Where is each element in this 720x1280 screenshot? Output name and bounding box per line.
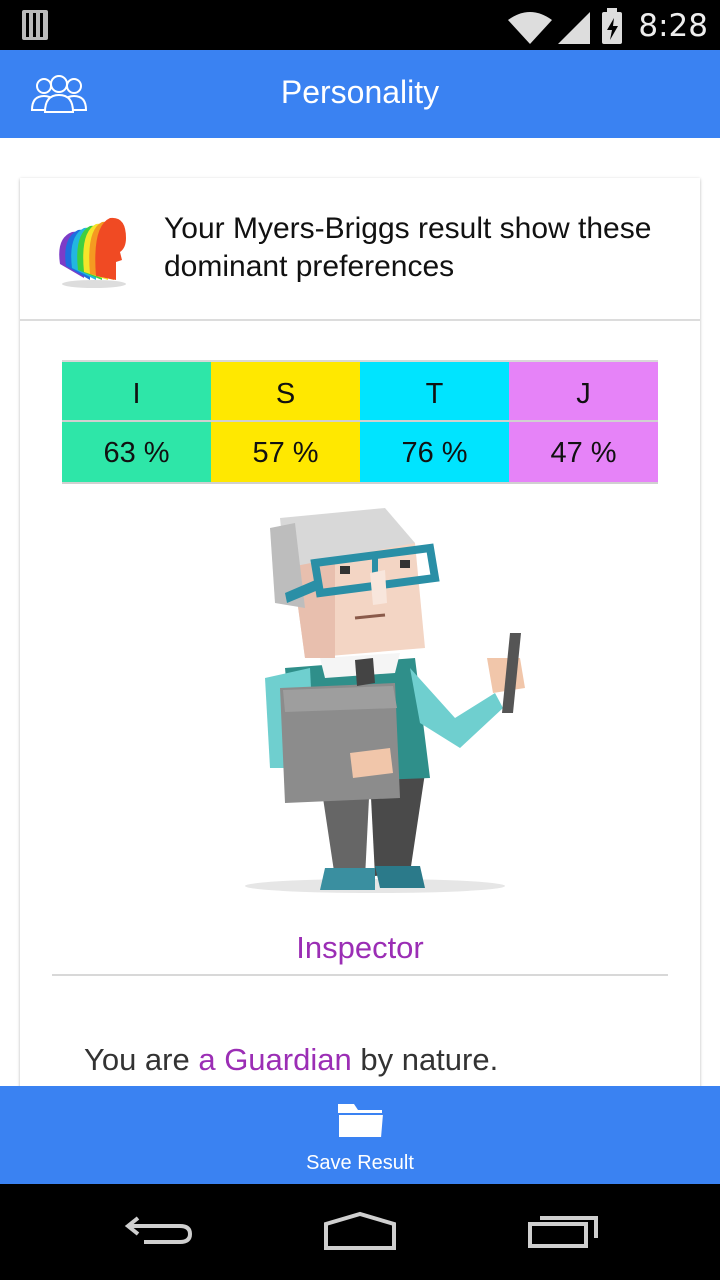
- preference-percent: 63 %: [62, 420, 211, 484]
- result-card: Your Myers-Briggs result show these domi…: [20, 178, 700, 1118]
- folder-icon: [336, 1098, 386, 1147]
- header-text: Your Myers-Briggs result show these domi…: [164, 212, 652, 283]
- inspector-illustration: [225, 508, 525, 898]
- preference-letter: I: [62, 360, 211, 420]
- app-bar: Personality: [0, 50, 720, 138]
- nature-prefix: You are: [84, 1042, 199, 1077]
- status-icons: [506, 6, 636, 51]
- back-icon[interactable]: [124, 1210, 194, 1255]
- card-header: Your Myers-Briggs result show these domi…: [20, 178, 700, 321]
- signal-icon: [558, 12, 590, 44]
- preference-letter: J: [509, 360, 658, 420]
- preference-letter: S: [211, 360, 360, 420]
- storage-icon: [22, 10, 48, 45]
- wifi-icon: [508, 12, 552, 44]
- save-result-label: Save Result: [306, 1152, 414, 1174]
- preference-letter: T: [360, 360, 509, 420]
- recents-icon[interactable]: [526, 1210, 600, 1255]
- colorful-heads-icon: [54, 214, 130, 295]
- battery-charging-icon: [602, 8, 622, 44]
- preference-i: I 63 %: [62, 360, 211, 484]
- preference-percent: 47 %: [509, 420, 658, 484]
- nature-description: You are a Guardian by nature.: [84, 1042, 498, 1078]
- home-icon[interactable]: [322, 1210, 398, 1257]
- preference-table: I 63 % S 57 % T 76 % J 47 %: [62, 360, 658, 484]
- preference-percent: 76 %: [360, 420, 509, 484]
- save-result-button[interactable]: Save Result: [0, 1086, 720, 1184]
- phone-screen: 8:28 Personality Your Myers-Briggs resul…: [0, 0, 720, 1280]
- page-title: Personality: [280, 74, 440, 110]
- preference-percent: 57 %: [211, 420, 360, 484]
- clock: 8:28: [638, 8, 708, 44]
- personality-type-name: Inspector: [296, 930, 424, 965]
- preference-j: J 47 %: [509, 360, 658, 484]
- status-bar: 8:28: [0, 0, 720, 50]
- nature-suffix: by nature.: [351, 1042, 499, 1077]
- divider: [52, 974, 668, 976]
- nature-highlight-link[interactable]: a Guardian: [198, 1042, 351, 1077]
- preference-t: T 76 %: [360, 360, 509, 484]
- preference-s: S 57 %: [211, 360, 360, 484]
- system-nav-bar: [0, 1184, 720, 1280]
